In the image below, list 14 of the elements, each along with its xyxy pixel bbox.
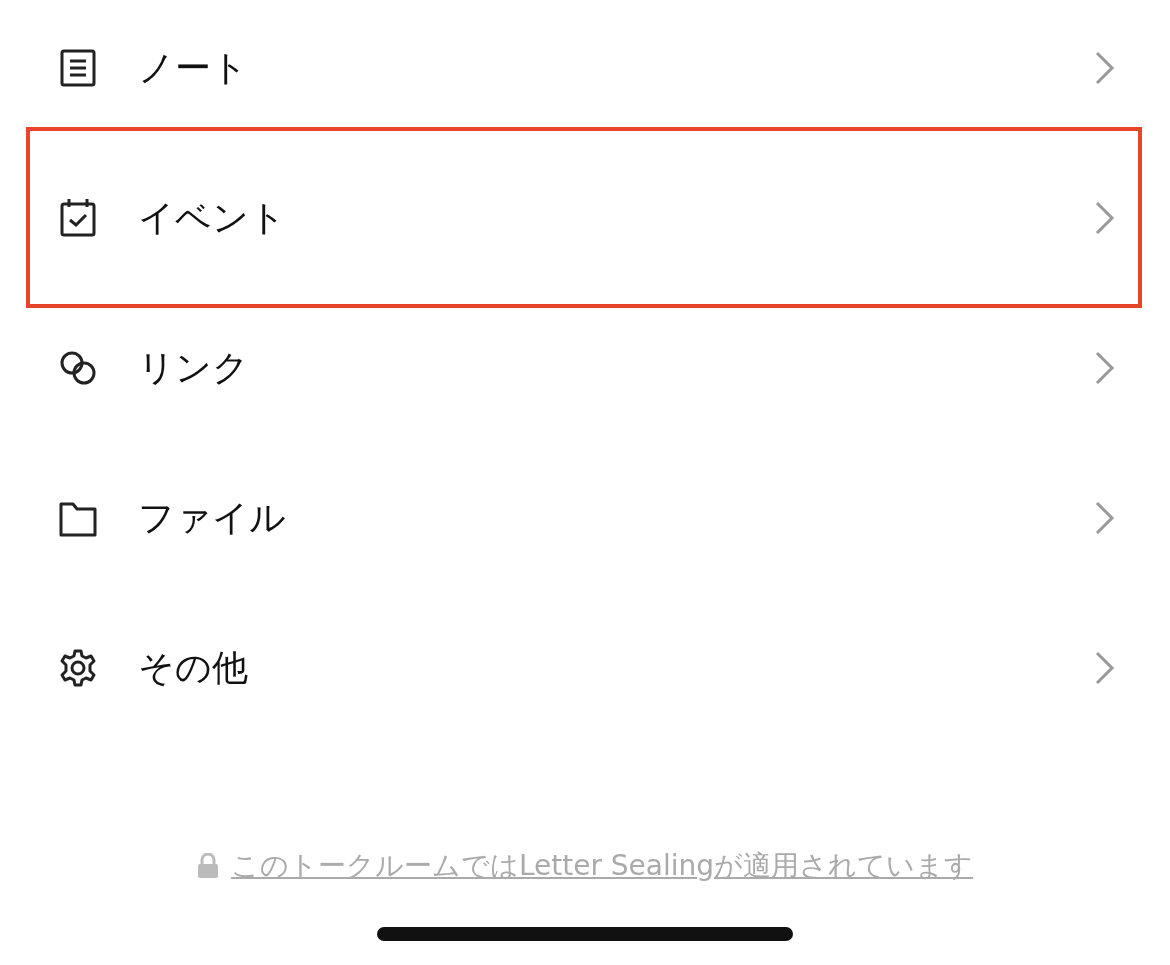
chevron-right-icon bbox=[1094, 50, 1116, 86]
lock-icon bbox=[196, 853, 219, 879]
gear-icon bbox=[58, 648, 98, 688]
calendar-check-icon bbox=[58, 198, 98, 238]
menu-item-label[interactable]: その他 bbox=[138, 643, 1094, 693]
menu-item-label[interactable]: ノート bbox=[138, 43, 1094, 93]
chevron-right-icon bbox=[1094, 350, 1116, 386]
note-icon bbox=[58, 48, 98, 88]
chevron-right-icon bbox=[1094, 650, 1116, 686]
chevron-right-icon bbox=[1094, 500, 1116, 536]
chevron-right-icon bbox=[1094, 200, 1116, 236]
menu-item-label[interactable]: リンク bbox=[138, 343, 1094, 393]
menu-item-label[interactable]: イベント bbox=[138, 193, 1094, 243]
menu-item-label[interactable]: ファイル bbox=[138, 493, 1094, 543]
